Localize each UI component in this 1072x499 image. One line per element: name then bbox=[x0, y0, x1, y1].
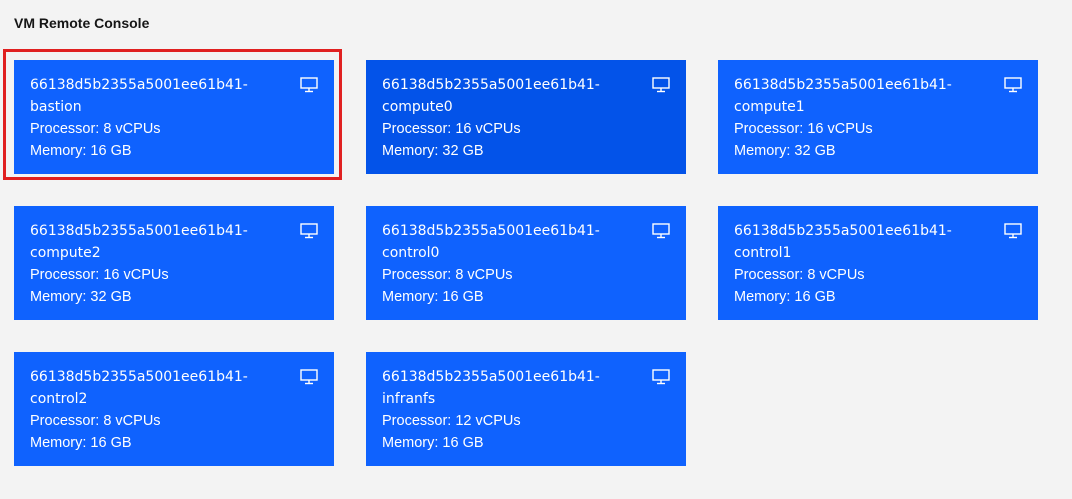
monitor-icon bbox=[300, 369, 318, 385]
vm-card-compute2[interactable]: 66138d5b2355a5001ee61b41- compute2 Proce… bbox=[14, 206, 334, 320]
monitor-icon bbox=[300, 77, 318, 93]
vm-processor: Processor: 8 vCPUs bbox=[382, 267, 513, 283]
vm-name: 66138d5b2355a5001ee61b41- bbox=[734, 223, 952, 239]
vm-card-compute0[interactable]: 66138d5b2355a5001ee61b41- compute0 Proce… bbox=[366, 60, 686, 174]
vm-processor: Processor: 16 vCPUs bbox=[734, 121, 873, 137]
vm-name-suffix: compute1 bbox=[734, 99, 805, 115]
vm-name-suffix: bastion bbox=[30, 99, 82, 115]
vm-processor: Processor: 16 vCPUs bbox=[382, 121, 521, 137]
vm-name-suffix: control0 bbox=[382, 245, 440, 261]
vm-name-suffix: compute2 bbox=[30, 245, 101, 261]
vm-name: 66138d5b2355a5001ee61b41- bbox=[30, 223, 248, 239]
vm-memory: Memory: 32 GB bbox=[734, 143, 836, 159]
vm-name: 66138d5b2355a5001ee61b41- bbox=[734, 77, 952, 93]
vm-name: 66138d5b2355a5001ee61b41- bbox=[30, 77, 248, 93]
vm-card-bastion[interactable]: 66138d5b2355a5001ee61b41- bastion Proces… bbox=[14, 60, 334, 174]
vm-memory: Memory: 16 GB bbox=[382, 289, 484, 305]
vm-card-infranfs[interactable]: 66138d5b2355a5001ee61b41- infranfs Proce… bbox=[366, 352, 686, 466]
vm-memory: Memory: 16 GB bbox=[734, 289, 836, 305]
vm-name: 66138d5b2355a5001ee61b41- bbox=[30, 369, 248, 385]
vm-card-control0[interactable]: 66138d5b2355a5001ee61b41- control0 Proce… bbox=[366, 206, 686, 320]
monitor-icon bbox=[300, 223, 318, 239]
vm-memory: Memory: 32 GB bbox=[30, 289, 132, 305]
vm-memory: Memory: 16 GB bbox=[30, 435, 132, 451]
vm-memory: Memory: 16 GB bbox=[30, 143, 132, 159]
vm-name-suffix: infranfs bbox=[382, 391, 436, 407]
vm-name-suffix: control2 bbox=[30, 391, 88, 407]
vm-card-control2[interactable]: 66138d5b2355a5001ee61b41- control2 Proce… bbox=[14, 352, 334, 466]
vm-card-control1[interactable]: 66138d5b2355a5001ee61b41- control1 Proce… bbox=[718, 206, 1038, 320]
vm-memory: Memory: 32 GB bbox=[382, 143, 484, 159]
vm-name-suffix: control1 bbox=[734, 245, 792, 261]
monitor-icon bbox=[652, 369, 670, 385]
vm-processor: Processor: 12 vCPUs bbox=[382, 413, 521, 429]
monitor-icon bbox=[1004, 77, 1022, 93]
page-title: VM Remote Console bbox=[14, 15, 150, 31]
vm-name: 66138d5b2355a5001ee61b41- bbox=[382, 77, 600, 93]
monitor-icon bbox=[652, 223, 670, 239]
vm-name: 66138d5b2355a5001ee61b41- bbox=[382, 369, 600, 385]
vm-processor: Processor: 8 vCPUs bbox=[734, 267, 865, 283]
vm-card-compute1[interactable]: 66138d5b2355a5001ee61b41- compute1 Proce… bbox=[718, 60, 1038, 174]
monitor-icon bbox=[1004, 223, 1022, 239]
vm-processor: Processor: 16 vCPUs bbox=[30, 267, 169, 283]
vm-processor: Processor: 8 vCPUs bbox=[30, 413, 161, 429]
monitor-icon bbox=[652, 77, 670, 93]
vm-name-suffix: compute0 bbox=[382, 99, 453, 115]
vm-processor: Processor: 8 vCPUs bbox=[30, 121, 161, 137]
vm-name: 66138d5b2355a5001ee61b41- bbox=[382, 223, 600, 239]
vm-memory: Memory: 16 GB bbox=[382, 435, 484, 451]
